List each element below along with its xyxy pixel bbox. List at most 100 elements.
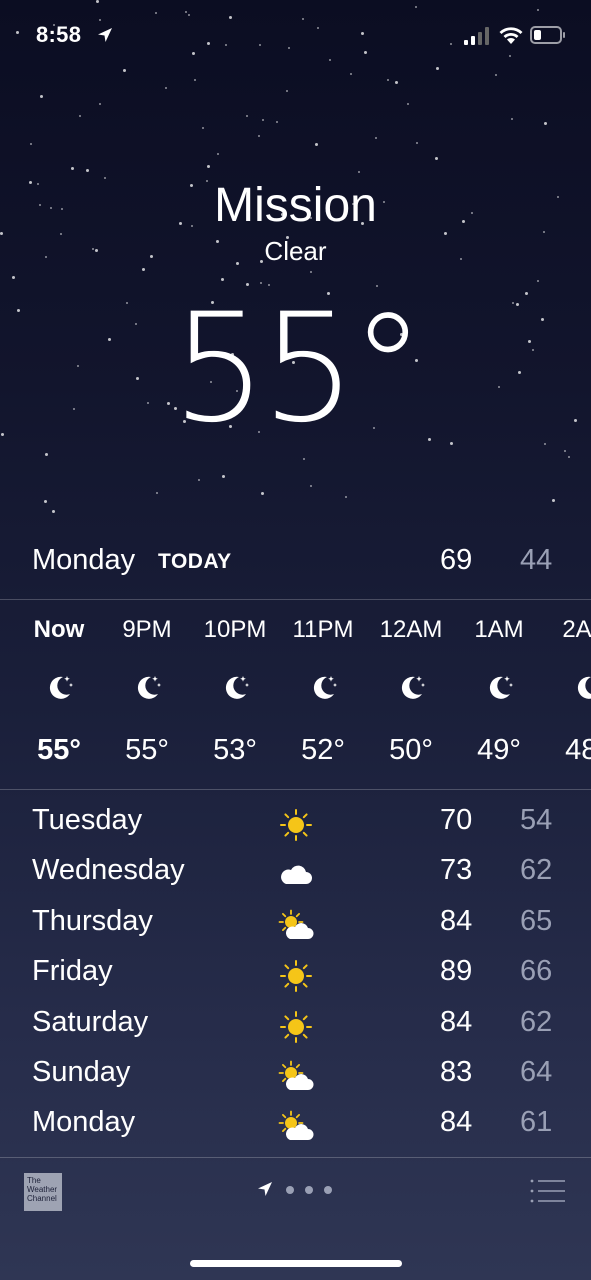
partly-cloudy-icon: [276, 1060, 316, 1094]
star: [221, 278, 224, 281]
hourly-forecast[interactable]: Now 55° 9PM 55° 10PM 53° 11PM 52° 12AM 50° 1AM 49° 2…: [0, 600, 591, 790]
star: [303, 458, 305, 460]
divider: [0, 789, 591, 790]
today-low: 44: [520, 544, 553, 576]
sun-icon: [276, 808, 316, 842]
star: [286, 90, 288, 92]
daily-day: Friday: [32, 955, 113, 988]
location-arrow-icon: [258, 1182, 272, 1196]
star: [310, 271, 312, 273]
moon-stars-icon: [395, 672, 427, 704]
hourly-time: 2AM: [562, 616, 591, 643]
daily-high: 83: [440, 1056, 473, 1088]
hourly-temp: 49°: [477, 734, 521, 766]
star: [310, 485, 312, 487]
star: [407, 103, 409, 105]
home-indicator[interactable]: [190, 1260, 402, 1267]
page-dot: [324, 1186, 332, 1194]
wifi-icon: [499, 27, 523, 44]
star: [552, 499, 555, 502]
daily-low: 54: [520, 804, 553, 836]
today-row: Monday TODAY 69 44: [0, 540, 591, 586]
current-temperature: 55°: [171, 282, 426, 456]
daily-high: 84: [440, 1005, 473, 1038]
daily-low: 64: [520, 1056, 553, 1088]
star: [71, 167, 74, 170]
hourly-time: 10PM: [203, 616, 267, 643]
page-dot: [286, 1186, 294, 1194]
star: [198, 479, 200, 481]
daily-low: 65: [520, 904, 553, 937]
daily-day: Thursday: [32, 904, 153, 937]
daily-day: Saturday: [32, 1005, 149, 1038]
cellular-signal-icon: [464, 27, 489, 45]
status-bar: 8:58: [0, 0, 591, 72]
star: [387, 79, 389, 81]
star: [262, 119, 264, 121]
star: [12, 276, 15, 279]
hourly-temp: 52°: [301, 734, 345, 766]
star: [165, 87, 167, 89]
star: [86, 169, 89, 172]
daily-low: 62: [520, 854, 553, 887]
daily-row: Friday 89 66: [0, 951, 591, 999]
star: [44, 500, 47, 503]
cloud-icon: [276, 858, 316, 892]
star: [194, 79, 196, 81]
moon-stars-icon: [131, 672, 163, 704]
daily-day: Wednesday: [32, 854, 185, 887]
partly-cloudy-icon: [276, 909, 316, 943]
star: [435, 157, 438, 160]
star: [350, 73, 352, 75]
city-list-icon[interactable]: [530, 1178, 566, 1204]
star: [246, 115, 248, 117]
star: [568, 456, 570, 458]
daily-high: 70: [440, 804, 473, 836]
hourly-time: 12AM: [379, 616, 443, 643]
hourly-time: Now: [33, 616, 85, 643]
star: [276, 121, 278, 123]
moon-stars-icon: [483, 672, 515, 704]
star: [544, 122, 547, 125]
hourly-temp: 50°: [389, 734, 433, 766]
hourly-temp: 48°: [565, 734, 591, 766]
location-arrow-icon: [98, 28, 112, 42]
battery-icon: [530, 26, 565, 44]
star: [222, 475, 225, 478]
star: [142, 268, 145, 271]
star: [99, 103, 101, 105]
star: [156, 492, 158, 494]
divider: [0, 1157, 591, 1158]
daily-row: Wednesday 73 62: [0, 850, 591, 898]
today-tag: TODAY: [158, 550, 232, 573]
daily-low: 61: [520, 1106, 553, 1139]
star: [375, 137, 377, 139]
daily-high: 73: [440, 854, 473, 887]
page-indicator[interactable]: [256, 1180, 346, 1200]
star: [79, 115, 81, 117]
star: [261, 492, 264, 495]
hourly-temp: 55°: [37, 734, 81, 766]
today-high: 69: [440, 544, 473, 576]
star: [358, 171, 360, 173]
today-day: Monday: [32, 544, 136, 576]
hourly-time: 1AM: [474, 616, 524, 643]
daily-row: Monday 84 61: [0, 1102, 591, 1150]
star: [202, 127, 204, 129]
moon-stars-icon: [43, 672, 75, 704]
daily-low: 66: [520, 955, 553, 988]
daily-row: Thursday 84 65: [0, 901, 591, 949]
star: [52, 510, 55, 513]
daily-row: Sunday 83 64: [0, 1052, 591, 1100]
daily-high: 84: [440, 904, 473, 937]
daily-row: Tuesday 70 54: [0, 800, 591, 848]
star: [345, 496, 347, 498]
hourly-temp: 55°: [125, 734, 169, 766]
daily-high: 84: [440, 1106, 473, 1139]
hourly-temp: 53°: [213, 734, 257, 766]
city-name: Mission: [214, 179, 377, 232]
star: [40, 95, 43, 98]
current-condition: Clear: [264, 236, 327, 266]
weather-channel-logo[interactable]: The Weather Channel: [24, 1173, 62, 1211]
status-time: 8:58: [36, 22, 82, 47]
